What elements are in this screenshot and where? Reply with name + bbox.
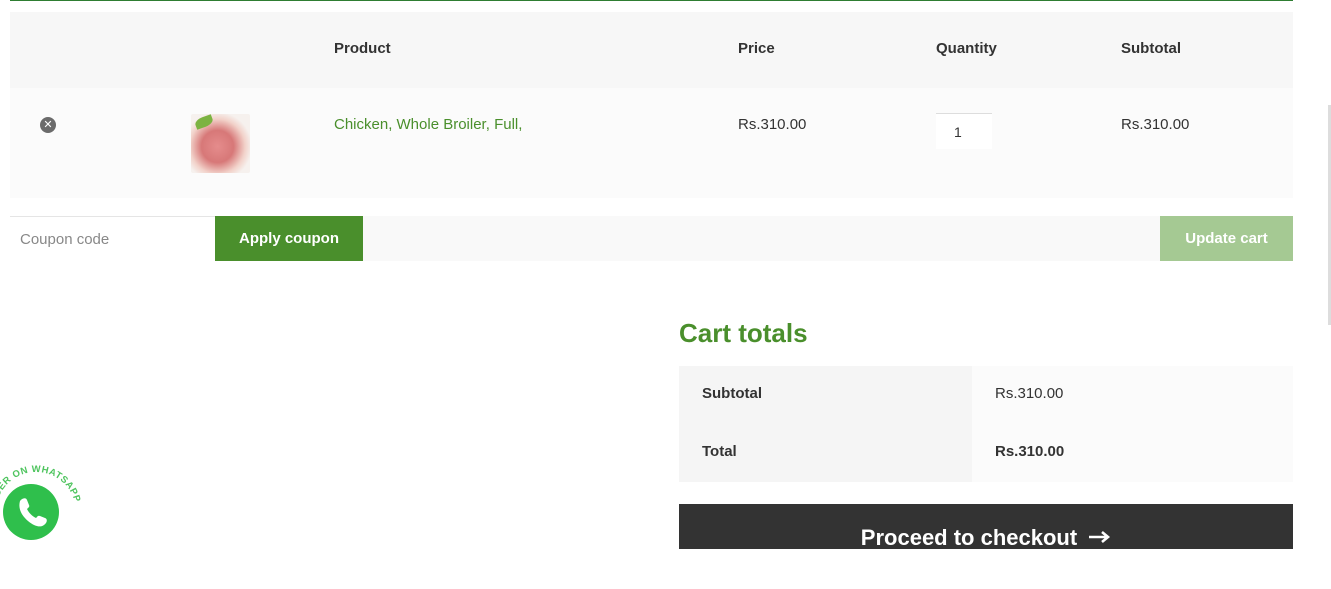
remove-item-icon[interactable]: ✕ <box>40 117 56 133</box>
cart-table: Product Price Quantity Subtotal ✕ Chicke… <box>10 12 1293 198</box>
subtotal-label: Subtotal <box>702 385 762 402</box>
product-link[interactable]: Chicken, Whole Broiler, Full, <box>334 116 522 133</box>
arrow-right-icon <box>1089 524 1111 550</box>
header-product: Product <box>334 40 391 57</box>
header-price: Price <box>738 40 775 57</box>
whatsapp-icon: ORDER ON WHATSAPP <box>0 464 82 547</box>
product-thumbnail[interactable] <box>191 114 250 173</box>
table-header: Product Price Quantity Subtotal <box>10 12 1293 88</box>
total-value: Rs.310.00 <box>995 443 1065 460</box>
cart-totals-table: Subtotal Rs.310.00 Total Rs.310.00 <box>679 366 1293 482</box>
quantity-input[interactable] <box>936 113 992 149</box>
item-price: Rs.310.00 <box>738 116 807 133</box>
totals-total-row: Total Rs.310.00 <box>679 424 1293 482</box>
totals-subtotal-row: Subtotal Rs.310.00 <box>679 366 1293 424</box>
coupon-input[interactable] <box>10 216 215 261</box>
item-subtotal: Rs.310.00 <box>1121 116 1190 133</box>
proceed-to-checkout-button[interactable]: Proceed to checkout <box>679 504 1293 550</box>
whatsapp-order-widget[interactable]: ORDER ON WHATSAPP <box>0 462 82 552</box>
total-label: Total <box>702 443 737 460</box>
subtotal-value: Rs.310.00 <box>995 385 1064 402</box>
table-row: ✕ Chicken, Whole Broiler, Full, Rs.310.0… <box>10 88 1293 198</box>
cart-totals-title: Cart totals <box>679 318 808 348</box>
apply-coupon-button[interactable]: Apply coupon <box>215 216 363 261</box>
header-quantity: Quantity <box>936 40 997 57</box>
checkout-label: Proceed to checkout <box>860 525 1078 550</box>
top-divider <box>10 0 1293 1</box>
update-cart-button[interactable]: Update cart <box>1160 216 1293 261</box>
cart-actions: Apply coupon Update cart <box>10 216 1293 261</box>
header-subtotal: Subtotal <box>1121 40 1181 57</box>
